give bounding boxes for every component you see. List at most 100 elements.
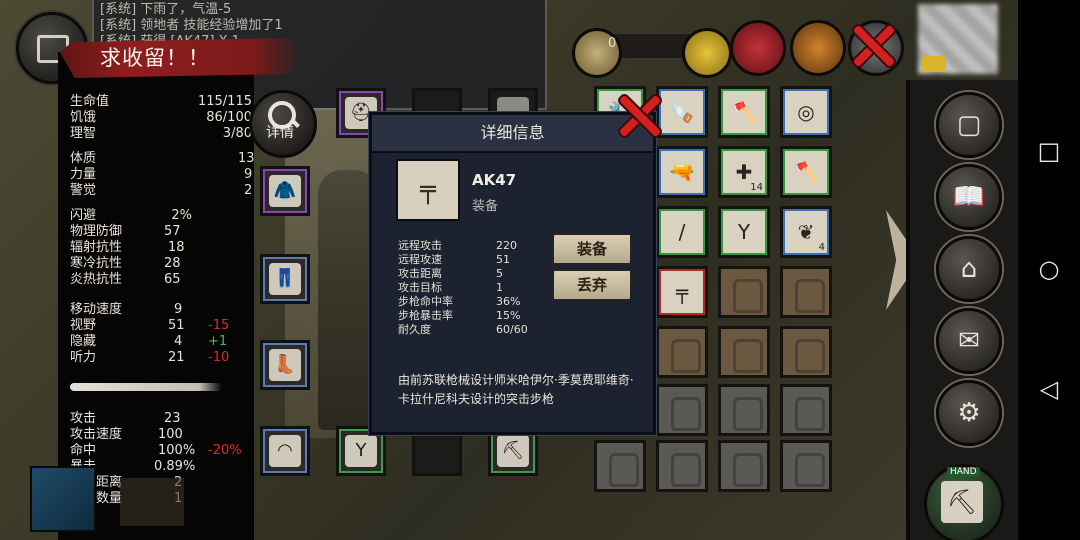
- recent-apps-icon[interactable]: □: [1036, 138, 1062, 164]
- bag-icon: [795, 279, 825, 313]
- bag-icon: [671, 397, 701, 431]
- equip-slot-feet[interactable]: 👢: [260, 340, 310, 390]
- inventory-slot[interactable]: ╤: [656, 266, 708, 318]
- stat-row: 攻击速度 100: [70, 427, 250, 443]
- slingshot-icon: Y: [345, 435, 377, 467]
- locked-slot: [718, 440, 770, 492]
- home-nav-icon[interactable]: ○: [1036, 256, 1062, 282]
- stat-label: 生命值: [70, 94, 110, 109]
- equip-slot-legs[interactable]: 👖: [260, 254, 310, 304]
- equip-slot-accessory[interactable]: ◠: [260, 426, 310, 476]
- item-stat-value: 220: [496, 239, 517, 252]
- stat-value: 21: [168, 350, 185, 365]
- locked-slot: [718, 266, 770, 318]
- stat-row: 饥饿 86/100: [70, 110, 252, 126]
- envelope-icon: ✉: [958, 326, 980, 356]
- stat-modifier: -20%: [208, 443, 242, 458]
- item-name: AK47: [472, 171, 517, 189]
- inventory-slot[interactable]: ❦ 4: [780, 206, 832, 258]
- stat-label: 隐藏: [70, 334, 97, 349]
- locked-slot: [780, 440, 832, 492]
- equip-slot-body[interactable]: 🧥: [260, 166, 310, 216]
- stat-value: 28: [164, 256, 181, 271]
- bag-icon: [733, 453, 763, 487]
- stat-row: 理智 3/80: [70, 126, 252, 142]
- holster-icon: ◠: [269, 435, 301, 467]
- pickaxe-icon: ⛏: [941, 481, 983, 523]
- stat-label: 攻击: [70, 411, 97, 426]
- saw-icon: 🪚: [669, 100, 695, 124]
- chat-line: [系统] 下雨了，气温-5: [100, 2, 232, 17]
- bottom-tab[interactable]: [120, 478, 184, 526]
- inventory-slot[interactable]: 🔫: [656, 146, 708, 198]
- stat-value: 51: [168, 318, 185, 333]
- stat-label: 警觉: [70, 183, 97, 198]
- item-stat-value: 1: [496, 281, 503, 294]
- mail-button[interactable]: ✉: [936, 308, 1002, 374]
- hand-equip-button[interactable]: ⛏ HAND: [924, 464, 1004, 540]
- stat-row: 攻击 23: [70, 411, 250, 427]
- stat-value: 23: [164, 411, 181, 426]
- home-button[interactable]: ⌂: [936, 236, 1002, 302]
- equip-button[interactable]: 装备: [552, 233, 632, 265]
- locked-slot: [656, 326, 708, 378]
- journal-button[interactable]: 📖: [936, 164, 1002, 230]
- back-nav-icon[interactable]: ◁: [1036, 376, 1062, 402]
- locked-slot: [780, 384, 832, 436]
- item-stat-value: 15%: [496, 309, 521, 322]
- locked-slot: [594, 440, 646, 492]
- item-stat-value: 60/60: [496, 323, 528, 336]
- stat-label: 辐射抗性: [70, 240, 123, 255]
- stat-row: 暴击 0.89%: [70, 459, 250, 475]
- backpack-button[interactable]: ▢: [936, 92, 1002, 158]
- inventory-slot[interactable]: 🪓: [780, 146, 832, 198]
- blueprint-icon[interactable]: [30, 466, 96, 532]
- item-stat-label: 步枪暴击率: [398, 309, 453, 322]
- item-stat-label: 远程攻击: [398, 239, 442, 252]
- inventory-slot[interactable]: /: [656, 206, 708, 258]
- locked-slot: [656, 440, 708, 492]
- boots-icon: 👢: [269, 349, 301, 381]
- game-screen: [系统] 下雨了，气温-5 [系统] 领地者 技能经验增加了1 [系统] 获得 …: [0, 0, 1080, 540]
- stat-value: 86/100: [206, 110, 252, 125]
- item-stat-label: 攻击目标: [398, 281, 442, 294]
- item-count: 14: [750, 182, 763, 193]
- stat-modifier: -10: [208, 350, 230, 365]
- stat-value: 0.89%: [154, 459, 196, 474]
- close-inventory-icon[interactable]: [850, 22, 898, 70]
- stat-label: 体质: [70, 151, 97, 166]
- inventory-slot[interactable]: Y: [718, 206, 770, 258]
- pickaxe-icon: ⛏: [497, 435, 529, 467]
- stat-value: 65: [164, 272, 181, 287]
- bag-icon: [795, 339, 825, 373]
- add-coin-button[interactable]: [682, 28, 732, 78]
- coin-value: 0: [608, 36, 617, 51]
- inventory-slot[interactable]: 🪓: [718, 86, 770, 138]
- bag-icon: [733, 397, 763, 431]
- item-type: 装备: [472, 199, 499, 214]
- backpack-icon: ▢: [956, 110, 982, 140]
- stat-value: 4: [174, 334, 183, 349]
- gear-icon: ⚙: [957, 398, 981, 428]
- close-dialog-icon[interactable]: [616, 92, 664, 140]
- stat-label: 力量: [70, 167, 97, 182]
- settings-button[interactable]: ⚙: [936, 380, 1002, 446]
- rifle-icon: ╤: [396, 159, 460, 221]
- inventory-slot[interactable]: ✚ 14: [718, 146, 770, 198]
- dialog-title: 详细信息: [480, 123, 545, 142]
- locked-slot: [780, 326, 832, 378]
- drop-button[interactable]: 丢弃: [552, 269, 632, 301]
- stat-value: 3/80: [222, 126, 252, 141]
- stat-value: 18: [168, 240, 185, 255]
- stat-value: 9: [174, 302, 183, 317]
- inventory-slot[interactable]: ◎: [780, 86, 832, 138]
- stat-label: 寒冷抗性: [70, 256, 123, 271]
- jacket-icon: 🧥: [269, 175, 301, 207]
- axe-icon: 🪓: [793, 160, 819, 184]
- bag-icon: [671, 453, 701, 487]
- stat-modifier: +1: [208, 334, 228, 349]
- bat-icon: /: [678, 220, 686, 244]
- locked-slot: [718, 326, 770, 378]
- item-description: 由前苏联枪械设计师米哈伊尔·季莫费耶维奇·卡拉什尼科夫设计的突击步枪: [398, 373, 634, 406]
- panel-title: 求收留！！: [100, 46, 210, 70]
